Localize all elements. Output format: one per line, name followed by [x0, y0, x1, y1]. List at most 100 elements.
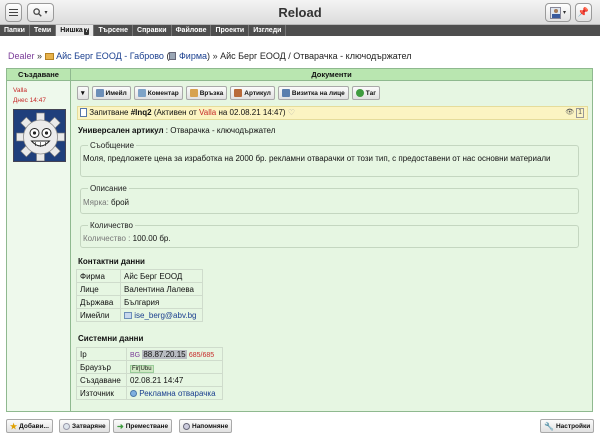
article-button[interactable]: Артикул [230, 86, 275, 100]
heart-icon: ♡ [287, 108, 295, 117]
article-line: Универсален артикул : Отварачка - ключод… [78, 126, 275, 135]
unit-value: брой [111, 198, 129, 207]
request-label: Запитване [89, 108, 129, 117]
breadcrumb-company[interactable]: Айс Берг ЕООД - Габрово [56, 51, 164, 61]
pin-button[interactable]: 📌 [575, 3, 592, 22]
user-menu-button[interactable]: ▾ [545, 3, 571, 22]
quantity-label: Количество : [83, 234, 131, 243]
nav-reports[interactable]: Справки [133, 25, 172, 36]
request-status-open: (Активен от [153, 108, 197, 117]
document-toolbar: ▾ Имейл Коментар Връзка Артикул Визитка … [77, 86, 380, 100]
request-user[interactable]: Valla [199, 108, 216, 117]
request-id[interactable]: #Inq2 [131, 108, 152, 117]
breadcrumb-root[interactable]: Dealer [8, 51, 35, 61]
quantity-value: 100.00 бр. [132, 234, 171, 243]
email-icon [124, 311, 132, 319]
tag-button-label: Таг [365, 89, 376, 97]
column-header-documents: Документи [71, 69, 592, 81]
views-indicator: 👁 1 [565, 107, 584, 119]
eye-icon: 👁 [565, 109, 575, 116]
email-icon [95, 89, 104, 97]
nav-search[interactable]: Търсене [94, 25, 134, 36]
pin-icon: 📌 [577, 7, 590, 17]
user-avatar-icon [549, 6, 561, 19]
browser-label: Браузър [76, 360, 127, 374]
breadcrumb-current: Айс Берг ЕООД / Отварачка - ключодържате… [220, 51, 412, 61]
contact-table: Фирма Айс Берг ЕООД Лице Валентина Лалев… [76, 269, 203, 322]
article-value: : Отварачка - ключодържател [165, 126, 276, 135]
contact-key: Имейли [76, 308, 121, 322]
author-name[interactable]: Valla [13, 87, 27, 94]
breadcrumb-separator: » [37, 51, 43, 61]
main-nav: Папки Теми Нишка? Търсене Справки Файлов… [0, 25, 600, 36]
table-row: Лице Валентина Лалева [76, 282, 203, 296]
unit-label: Мярка: [83, 198, 109, 207]
contact-key: Лице [76, 282, 121, 296]
email-button[interactable]: Имейл [91, 86, 131, 100]
document-icon [80, 108, 87, 117]
contact-value: Айс Берг ЕООД [120, 269, 203, 283]
contact-key: Държава [76, 295, 121, 309]
table-row: Фирма Айс Берг ЕООД [76, 269, 203, 283]
breadcrumb-separator: » [212, 51, 218, 61]
vcard-button[interactable]: Визитка на лице [277, 86, 349, 100]
toolbar-dropdown-button[interactable]: ▾ [77, 86, 89, 100]
building-icon [169, 52, 177, 60]
ip-address[interactable]: 88.87.20.15 [142, 349, 187, 359]
request-status-close: на 02.08.21 14:47) [218, 108, 286, 117]
nav-thread[interactable]: Нишка? [56, 25, 95, 36]
settings-button[interactable]: 🔧 Настройки [540, 419, 595, 433]
article-button-label: Артикул [244, 89, 271, 97]
nav-folders[interactable]: Папки [0, 25, 30, 36]
table-row: Създаване 02.08.21 14:47 [76, 373, 223, 387]
browser-cell: Fir|Ubu [126, 360, 223, 374]
request-header: Запитване #Inq2 (Активен от Valla на 02.… [77, 106, 588, 120]
vcard-icon [281, 89, 290, 97]
nav-views[interactable]: Изгледи [249, 25, 287, 36]
source-icon [130, 389, 137, 397]
message-fieldset: Съобщение Моля, предложете цена за израб… [80, 141, 579, 177]
table-row: Държава България [76, 295, 203, 309]
table-row: Браузър Fir|Ubu [76, 360, 223, 374]
table-row: Имейли ise_berg@abv.bg [76, 308, 203, 322]
remind-button-label: Напомняне [192, 422, 229, 430]
gear-face-avatar-icon [14, 110, 65, 161]
nav-topics[interactable]: Теми [30, 25, 57, 36]
source-link[interactable]: Рекламна отварачка [139, 389, 215, 398]
top-bar: ▾ Reload ▾ 📌 [0, 0, 600, 25]
close-thread-button[interactable]: Затваряне [59, 419, 110, 433]
comment-button[interactable]: Коментар [133, 86, 183, 100]
close-icon [63, 422, 70, 430]
email-button-label: Имейл [105, 89, 127, 97]
comment-button-label: Коментар [147, 89, 179, 97]
contact-email-link[interactable]: ise_berg@abv.bg [134, 311, 196, 320]
table-row: Ip BG 88.87.20.15 685/685 [76, 347, 223, 361]
breadcrumb-type[interactable]: Фирма [179, 51, 207, 61]
nav-files[interactable]: Файлове [172, 25, 212, 36]
source-label: Източник [76, 386, 127, 400]
bottom-toolbar: ★ Добави... Затваряне ➜ Преместване Напомн… [0, 416, 600, 442]
author-column: Valla Днес 14:47 [7, 81, 71, 411]
add-button[interactable]: ★ Добави... [6, 419, 53, 433]
vcard-button-label: Визитка на лице [291, 89, 345, 97]
link-icon [189, 89, 198, 97]
move-button[interactable]: ➜ Преместване [113, 419, 173, 433]
nav-projects[interactable]: Проекти [211, 25, 250, 36]
ip-cell: BG 88.87.20.15 685/685 [126, 347, 223, 361]
folder-icon [44, 53, 54, 60]
message-text: Моля, предложете цена за изработка на 20… [83, 154, 551, 163]
chevron-down-icon: ▾ [562, 10, 566, 16]
contact-email-cell: ise_berg@abv.bg [120, 308, 203, 322]
tag-button[interactable]: Таг [351, 86, 380, 100]
help-badge: ? [83, 28, 90, 35]
link-button[interactable]: Връзка [185, 86, 228, 100]
breadcrumb: Dealer » Айс Берг ЕООД - Габрово ( Фирма… [8, 51, 412, 61]
views-count: 1 [576, 108, 584, 118]
description-fieldset: Описание Мярка: брой [80, 184, 579, 214]
reminder-icon [183, 422, 190, 430]
star-icon: ★ [10, 421, 18, 431]
chevron-down-icon: ▾ [81, 90, 85, 97]
article-label: Универсален артикул [78, 126, 164, 135]
remind-button[interactable]: Напомняне [179, 419, 233, 433]
contact-key: Фирма [76, 269, 121, 283]
